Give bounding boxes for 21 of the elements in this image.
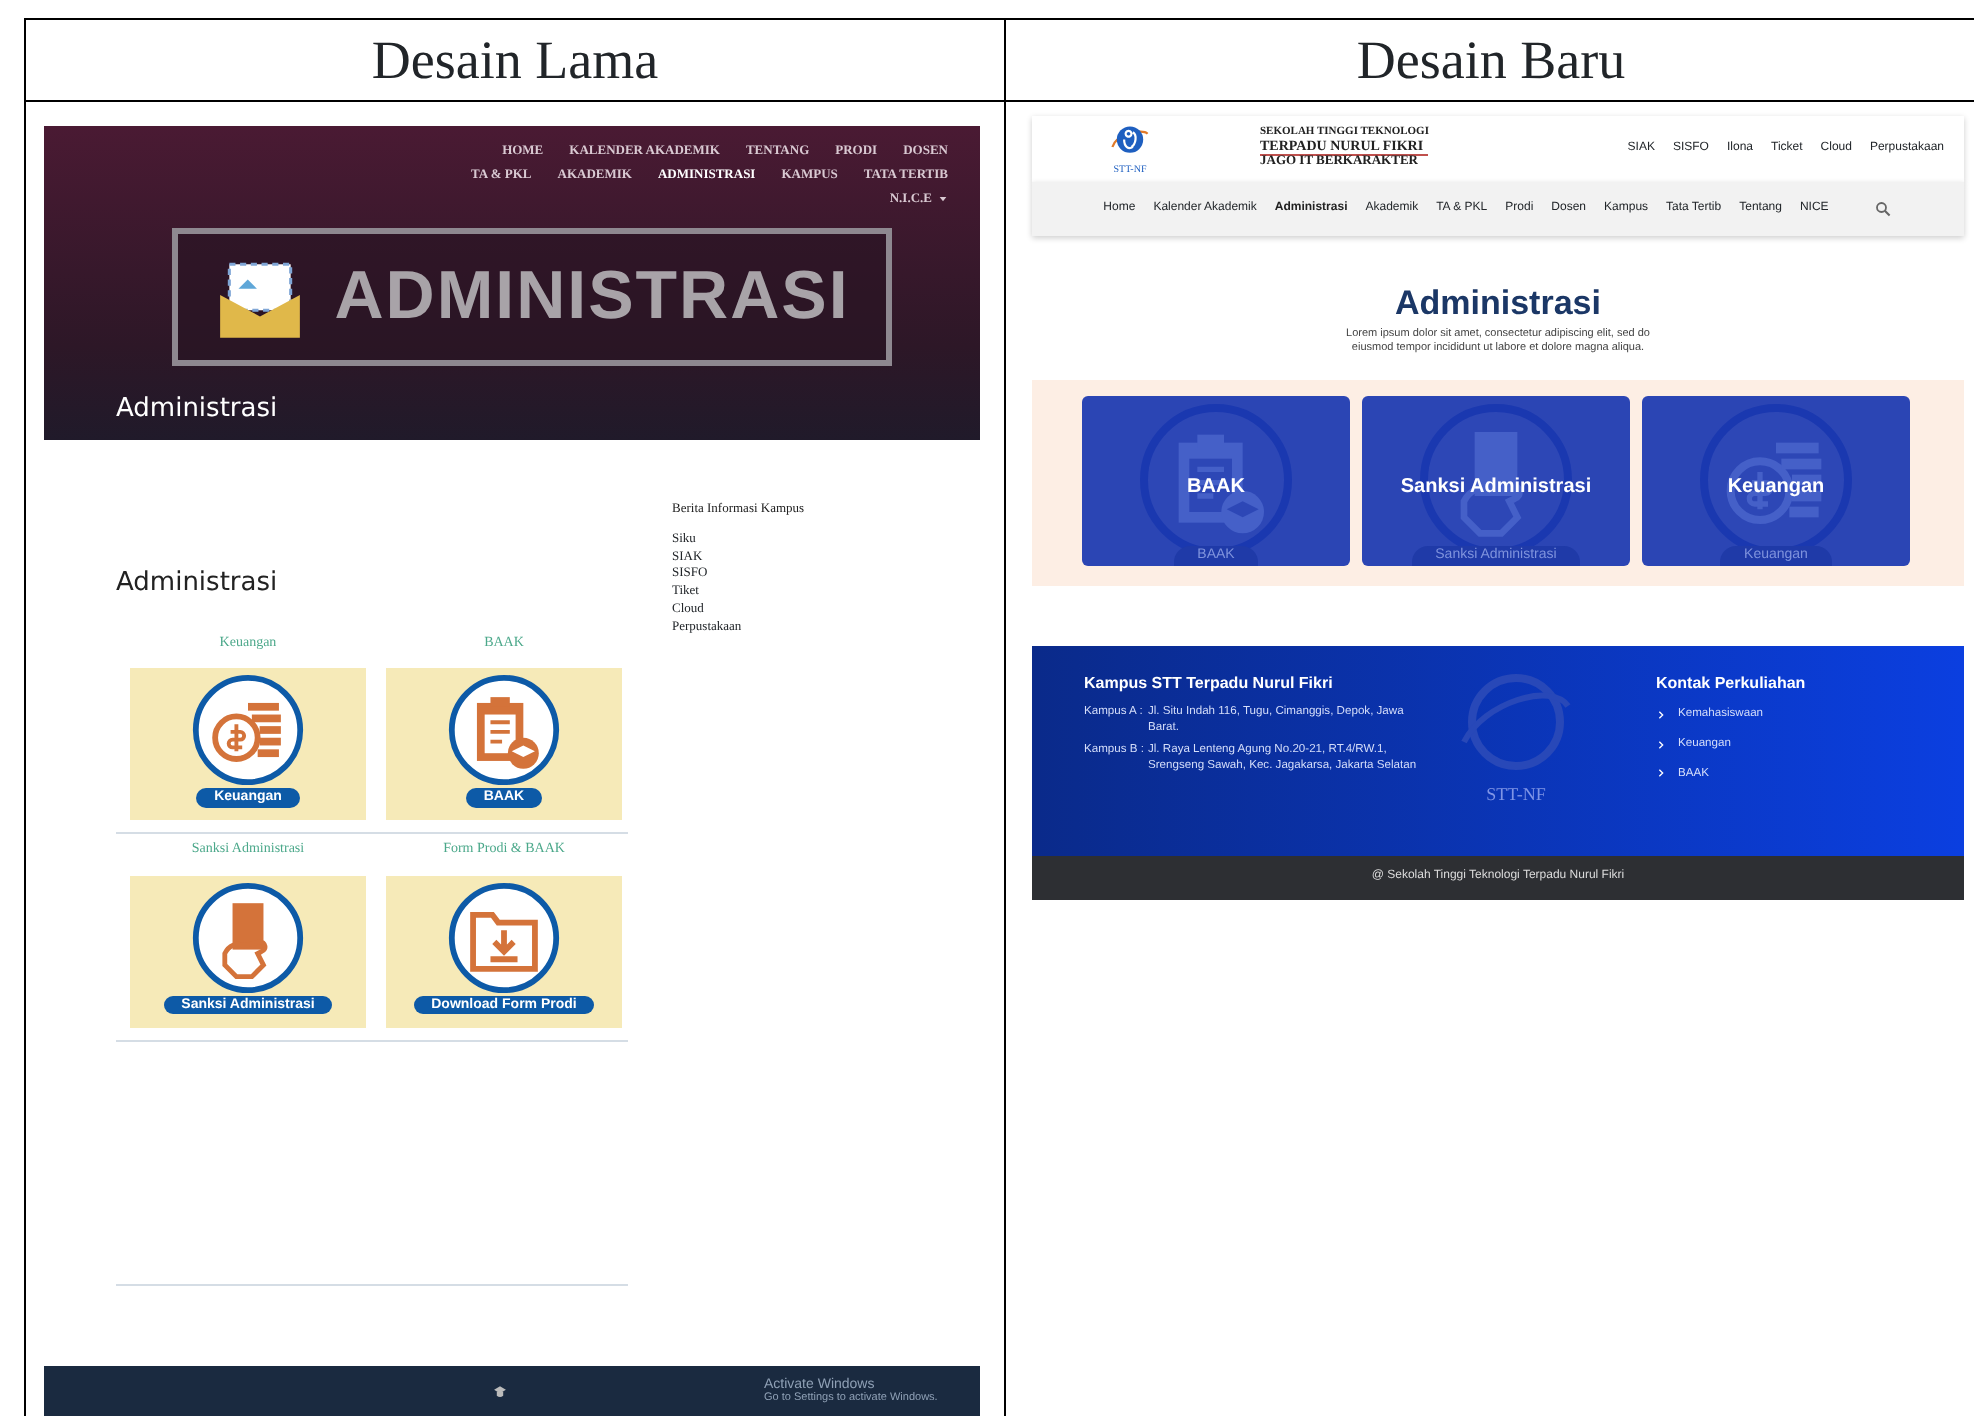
column-header: Desain Lama	[26, 20, 1006, 101]
logo-text: STT-NF	[1486, 781, 1546, 808]
hand-card-icon	[190, 879, 306, 995]
card-title: Keuangan	[1727, 474, 1825, 503]
hero-title: Administrasi	[116, 391, 280, 427]
card-title: Sanksi Administrasi	[1400, 474, 1592, 503]
folder-download-icon	[446, 879, 562, 995]
footer-title: Kampus STT Terpadu Nurul Fikri	[1084, 673, 1335, 693]
page-title: Administrasi	[1393, 284, 1603, 325]
card-title: BAAK	[1187, 474, 1245, 503]
page-title: Administrasi	[116, 566, 280, 602]
cap-icon	[492, 1383, 508, 1399]
chevron-icon	[1656, 710, 1666, 721]
banner-title: ADMINISTRASI	[334, 256, 850, 339]
column-header: Desain Baru	[1354, 28, 1628, 94]
chevron-icon	[1656, 739, 1666, 750]
clipboard-icon	[446, 672, 562, 788]
search-icon[interactable]	[1874, 200, 1893, 218]
footer-title: Kontak Perkuliahan	[1656, 673, 1808, 693]
chevron-icon	[1656, 768, 1666, 779]
coins-icon	[190, 672, 306, 788]
